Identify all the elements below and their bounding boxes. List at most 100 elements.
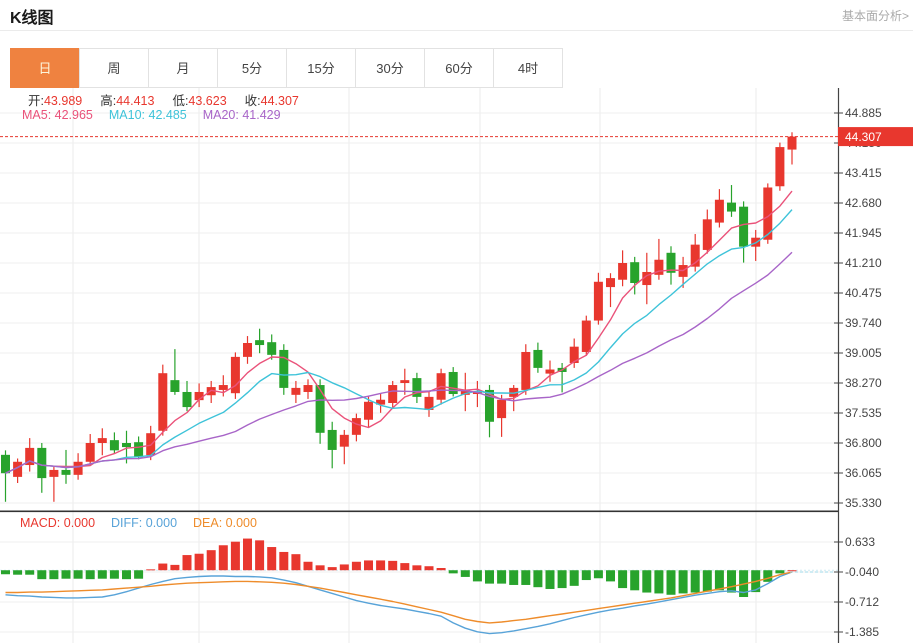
candle-body (279, 350, 288, 388)
macd-bar (606, 570, 615, 581)
tab-60分[interactable]: 60分 (424, 48, 494, 88)
macd-bar (727, 570, 736, 592)
macd-bar (183, 555, 192, 570)
macd-bar (497, 570, 506, 583)
macd-bar (485, 570, 494, 583)
candle-body (400, 380, 409, 383)
macd-bar (558, 570, 567, 588)
candle-body (328, 430, 337, 450)
axis-tick-label: 43.415 (845, 166, 882, 180)
macd-bar (340, 564, 349, 570)
macd-bar (352, 562, 361, 570)
candle-body (388, 385, 397, 403)
tab-4时[interactable]: 4时 (493, 48, 563, 88)
macd-bar (243, 539, 252, 571)
macd-bar (461, 570, 470, 577)
axis-tick-label: 39.005 (845, 346, 882, 360)
macd-bar (122, 570, 131, 579)
macd-bar (110, 570, 119, 578)
candle-body (1, 455, 10, 473)
candle-body (110, 440, 119, 450)
tab-15分[interactable]: 15分 (286, 48, 356, 88)
fundamental-analysis-link[interactable]: 基本面分析> (842, 7, 909, 24)
macd-bar (25, 570, 34, 574)
kline-canvas[interactable]: 44.88544.15043.41542.68041.94541.21040.4… (0, 88, 913, 643)
macd-bar (158, 564, 167, 571)
candle-body (533, 350, 542, 368)
legend-item: MA10: 42.485 (109, 108, 187, 122)
candle-body (291, 388, 300, 395)
macd-bar (170, 565, 179, 570)
tab-日[interactable]: 日 (10, 48, 80, 88)
candle-body (158, 373, 167, 431)
legend-item: 高:44.413 (100, 94, 154, 108)
candle-body (788, 137, 797, 150)
macd-bar (667, 570, 676, 595)
candle-body (352, 418, 361, 435)
candle-body (727, 203, 736, 212)
ma-legend: MA5: 42.965MA10: 42.485MA20: 41.429 (22, 108, 297, 122)
macd-bar (594, 570, 603, 578)
macd-bar (546, 570, 555, 589)
macd-bar (328, 567, 337, 570)
axis-tick-label: -0.712 (845, 595, 879, 609)
macd-legend: MACD: 0.000 DIFF: 0.000 DEA: 0.000 (20, 516, 273, 530)
macd-bar (376, 560, 385, 570)
macd-bar (388, 561, 397, 570)
axis-tick-label: 36.800 (845, 436, 882, 450)
macd-bar (134, 570, 143, 578)
chart-area[interactable]: 44.88544.15043.41542.68041.94541.21040.4… (0, 88, 913, 643)
macd-bar (679, 570, 688, 593)
macd-bar (1, 570, 10, 574)
macd-bar (74, 570, 83, 578)
tab-5分[interactable]: 5分 (217, 48, 287, 88)
macd-bar (691, 570, 700, 592)
ma20-line (6, 252, 793, 473)
macd-bar (13, 570, 22, 574)
macd-bar (207, 550, 216, 570)
axis-tick-label: 0.633 (845, 535, 875, 549)
macd-bar (570, 570, 579, 586)
legend-item: DIFF: 0.000 (111, 516, 177, 530)
title-divider (0, 30, 913, 31)
axis-tick-label: 35.330 (845, 496, 882, 510)
axis-tick-label: 36.065 (845, 466, 882, 480)
ohlc-legend: 开:43.989高:44.413低:43.623收:44.307 (28, 90, 317, 109)
tab-月[interactable]: 月 (148, 48, 218, 88)
axis-tick-label: 44.885 (845, 106, 882, 120)
ma10-line (6, 210, 793, 474)
macd-bar (146, 569, 155, 570)
axis-tick-label: 41.210 (845, 256, 882, 270)
macd-bar (654, 570, 663, 593)
macd-bar (62, 570, 71, 578)
macd-bar (219, 545, 228, 570)
macd-bar (437, 568, 446, 570)
candle-body (219, 385, 228, 390)
macd-bar (316, 565, 325, 570)
candle-body (497, 400, 506, 418)
candle-body (267, 342, 276, 355)
macd-bar (449, 570, 458, 573)
candle-body (134, 442, 143, 457)
macd-bar (473, 570, 482, 581)
legend-item: MACD: 0.000 (20, 516, 95, 530)
tab-30分[interactable]: 30分 (355, 48, 425, 88)
axis-tick-label: -1.385 (845, 625, 879, 639)
axis-tick-label: 39.740 (845, 316, 882, 330)
macd-bar (618, 570, 627, 588)
axis-tick-label: -0.040 (845, 565, 879, 579)
tab-周[interactable]: 周 (79, 48, 149, 88)
macd-bar (304, 562, 313, 570)
macd-bar (582, 570, 591, 580)
candle-body (243, 343, 252, 357)
axis-tick-label: 41.945 (845, 226, 882, 240)
axis-tick-label: 38.270 (845, 376, 882, 390)
candle-body (304, 385, 313, 392)
legend-item: DEA: 0.000 (193, 516, 257, 530)
candle-body (546, 370, 555, 374)
macd-bar (642, 570, 651, 592)
candle-body (255, 340, 264, 345)
candle-body (170, 380, 179, 392)
macd-bar (425, 566, 434, 570)
macd-bar (775, 570, 784, 573)
